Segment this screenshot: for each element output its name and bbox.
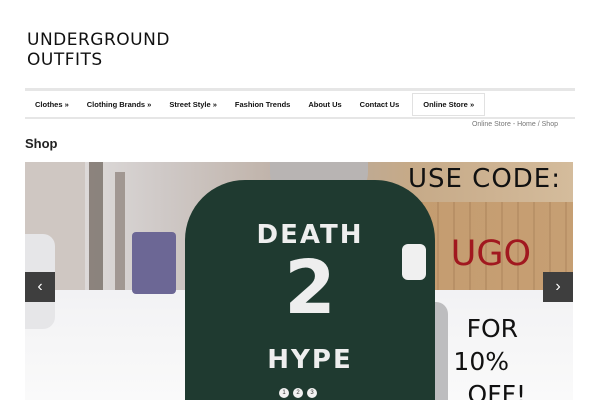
site-logo[interactable]: UNDERGROUND OUTFITS	[27, 30, 170, 70]
breadcrumb: Online Store - Home / Shop	[472, 121, 558, 128]
nav-item-about-us[interactable]: About Us	[299, 100, 350, 109]
promo-for: FOR	[466, 314, 518, 343]
breadcrumb-online-store[interactable]: Online Store	[472, 121, 511, 128]
slider-pagination: 1 2 3	[279, 388, 317, 398]
slide-bg-tree	[115, 172, 125, 292]
chevron-left-icon: ‹	[37, 278, 43, 295]
promo-code: UGO	[450, 234, 531, 274]
promo-off: OFF!	[467, 380, 526, 400]
shirt-sleeve-patch	[402, 244, 426, 280]
slider-dot-3[interactable]: 3	[307, 388, 317, 398]
breadcrumb-home[interactable]: Home	[517, 121, 536, 128]
nav-item-fashion-trends[interactable]: Fashion Trends	[226, 100, 299, 109]
logo-line2: OUTFITS	[27, 50, 103, 70]
slider-dot-2[interactable]: 2	[293, 388, 303, 398]
nav-item-clothing-brands[interactable]: Clothing Brands »	[78, 100, 161, 109]
chevron-right-icon: ›	[555, 278, 561, 295]
logo-line1: UNDERGROUND	[27, 30, 170, 50]
page-title: Shop	[25, 136, 58, 151]
slider-next-button[interactable]: ›	[543, 272, 573, 302]
promo-use-code: USE CODE:	[407, 164, 561, 194]
shirt-text-number: 2	[284, 245, 336, 331]
slider-prev-button[interactable]: ‹	[25, 272, 55, 302]
shirt-text-line3: HYPE	[267, 345, 353, 375]
slide-bg-trash-bin	[132, 232, 176, 294]
main-nav: Clothes » Clothing Brands » Street Style…	[25, 91, 575, 117]
slide-shirt: DEATH 2 HYPE	[185, 180, 435, 400]
breadcrumb-current: Shop	[541, 121, 558, 128]
nav-item-street-style[interactable]: Street Style »	[160, 100, 226, 109]
nav-item-contact-us[interactable]: Contact Us	[351, 100, 409, 109]
hero-slider[interactable]: DEATH 2 HYPE USE CODE: UGO FOR 10% OFF! …	[25, 162, 573, 400]
nav-bottom-divider	[25, 117, 575, 119]
nav-item-online-store[interactable]: Online Store »	[412, 92, 486, 116]
nav-item-clothes[interactable]: Clothes »	[25, 100, 78, 109]
slider-dot-1[interactable]: 1	[279, 388, 289, 398]
promo-percent: 10%	[453, 347, 509, 376]
